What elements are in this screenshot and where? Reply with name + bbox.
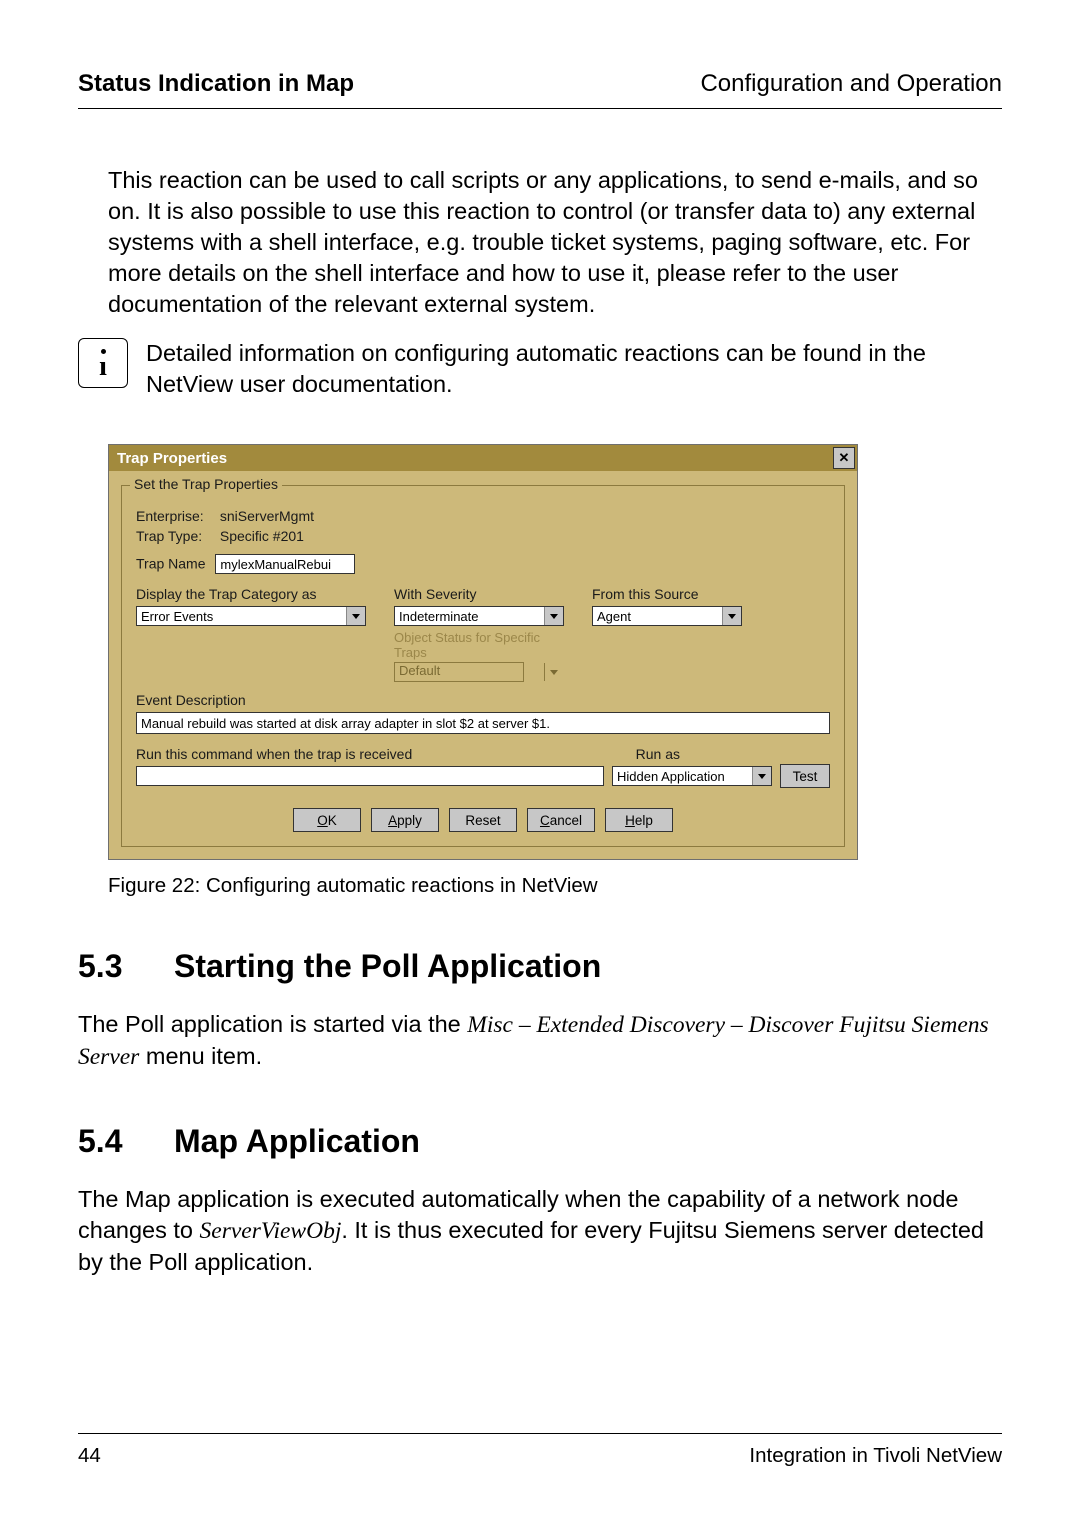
- eventdesc-input[interactable]: [136, 712, 830, 734]
- enterprise-value: sniServerMgmt: [220, 508, 314, 524]
- category-value[interactable]: [136, 606, 366, 626]
- source-combo[interactable]: [592, 606, 742, 626]
- cancel-button[interactable]: Cancel: [527, 808, 595, 832]
- reset-button[interactable]: Reset: [449, 808, 517, 832]
- set-trap-properties-group: Set the Trap Properties Enterprise: sniS…: [121, 485, 845, 847]
- chevron-down-icon[interactable]: [544, 607, 563, 625]
- section-5-3-body: The Poll application is started via the …: [78, 1009, 1002, 1073]
- eventdesc-label: Event Description: [136, 692, 830, 708]
- trapname-label: Trap Name: [136, 556, 206, 572]
- severity-value[interactable]: [394, 606, 564, 626]
- trapname-input[interactable]: [215, 554, 355, 574]
- runcmd-label: Run this command when the trap is receiv…: [136, 746, 412, 762]
- trap-properties-dialog: Trap Properties ✕ Set the Trap Propertie…: [108, 444, 858, 860]
- runas-value[interactable]: [612, 766, 772, 786]
- help-button[interactable]: Help: [605, 808, 673, 832]
- objstat-value: Default: [394, 662, 524, 682]
- figure-caption: Figure 22: Configuring automatic reactio…: [108, 874, 1002, 898]
- source-value[interactable]: [592, 606, 742, 626]
- runas-label: Run as: [636, 746, 680, 762]
- chevron-down-icon[interactable]: [752, 767, 771, 785]
- info-icon: ı: [78, 338, 128, 388]
- objstat-combo: Default: [394, 662, 564, 682]
- source-label: From this Source: [592, 586, 742, 602]
- close-icon[interactable]: ✕: [833, 447, 855, 469]
- dialog-title: Trap Properties: [117, 450, 227, 467]
- section-5-4-body: The Map application is executed automati…: [78, 1184, 1002, 1278]
- info-note-text: Detailed information on configuring auto…: [146, 338, 1002, 400]
- traptype-label: Trap Type:: [136, 528, 216, 544]
- chevron-down-icon: [544, 663, 563, 681]
- runcmd-input[interactable]: [136, 766, 604, 786]
- category-label: Display the Trap Category as: [136, 586, 366, 602]
- severity-combo[interactable]: [394, 606, 564, 626]
- page-footer: 44 Integration in Tivoli NetView: [78, 1433, 1002, 1468]
- objstat-label: Object Status for Specific Traps: [394, 630, 564, 660]
- dialog-titlebar: Trap Properties ✕: [109, 445, 857, 471]
- ok-button[interactable]: OK: [293, 808, 361, 832]
- apply-button[interactable]: Apply: [371, 808, 439, 832]
- page-number: 44: [78, 1444, 101, 1468]
- header-left: Status Indication in Map: [78, 70, 354, 98]
- info-note-row: ı Detailed information on configuring au…: [108, 338, 1002, 400]
- header-right: Configuration and Operation: [700, 70, 1002, 98]
- test-button[interactable]: Test: [780, 764, 830, 788]
- category-combo[interactable]: [136, 606, 366, 626]
- section-5-4-heading: 5.4Map Application: [78, 1123, 1002, 1160]
- doc-title: Integration in Tivoli NetView: [749, 1444, 1002, 1468]
- severity-label: With Severity: [394, 586, 564, 602]
- group-legend: Set the Trap Properties: [130, 476, 282, 492]
- page-header: Status Indication in Map Configuration a…: [78, 70, 1002, 109]
- runas-combo[interactable]: [612, 766, 772, 786]
- section-5-3-heading: 5.3Starting the Poll Application: [78, 948, 1002, 985]
- traptype-value: Specific #201: [220, 528, 304, 544]
- chevron-down-icon[interactable]: [722, 607, 741, 625]
- intro-paragraph: This reaction can be used to call script…: [108, 165, 1002, 320]
- chevron-down-icon[interactable]: [346, 607, 365, 625]
- enterprise-label: Enterprise:: [136, 508, 216, 524]
